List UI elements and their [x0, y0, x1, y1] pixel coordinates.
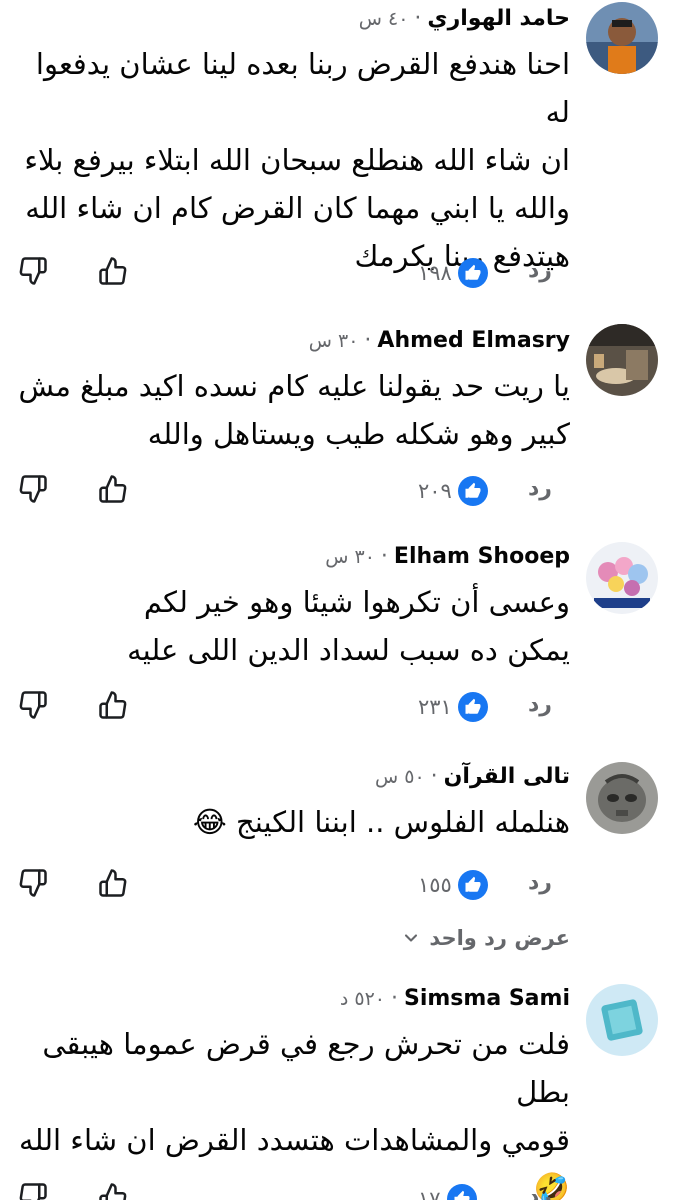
- view-replies-label: عرض رد واحد: [429, 926, 570, 950]
- comment-time[interactable]: ٣٠ س: [325, 546, 375, 568]
- comment-actions: ١٥٥ رد: [0, 866, 680, 906]
- comment-line: فلت من تحرش رجع في قرض عموما هيبقى بطل: [42, 1027, 570, 1109]
- separator-dot: ·: [391, 986, 398, 1011]
- comment-line: كبير وهو شكله طيب ويستاهل والله: [147, 417, 570, 451]
- separator-dot: ·: [414, 6, 422, 31]
- comment-line: احنا هندفع القرض ربنا بعده لينا عشان يدف…: [35, 47, 570, 129]
- comment-time[interactable]: ٣٠ س: [309, 330, 359, 352]
- thumbs-up-icon[interactable]: [96, 866, 130, 900]
- reaction-summary[interactable]: ٢٠٩: [418, 474, 488, 508]
- thumbs-up-icon[interactable]: [96, 688, 130, 722]
- thumbs-up-icon[interactable]: [96, 254, 130, 288]
- reaction-count: ٢٠٩: [418, 479, 452, 503]
- reaction-count: ٢٣١: [418, 695, 452, 719]
- avatar[interactable]: [586, 2, 658, 74]
- like-reaction-icon: [457, 870, 488, 900]
- reply-button[interactable]: رد: [528, 476, 552, 501]
- thumbs-down-icon[interactable]: [16, 254, 50, 288]
- comment-line: وعسى أن تكرهوا شيئا وهو خير لكم: [143, 585, 570, 619]
- comment-actions: ١٧ رد: [0, 1180, 680, 1200]
- like-reaction-icon: [446, 1184, 477, 1200]
- comment-author[interactable]: Elham Shooep: [394, 544, 570, 569]
- comment-text: هنلمله الفلوس .. ابننا الكينج 😂: [18, 798, 570, 846]
- thumbs-down-icon[interactable]: [16, 472, 50, 506]
- avatar[interactable]: [586, 984, 658, 1056]
- comment-time[interactable]: ٥٢٠ د: [340, 988, 385, 1010]
- reaction-summary[interactable]: ١٥٥: [418, 868, 488, 902]
- comment-header: تالى القرآن·٥٠ س: [18, 762, 570, 792]
- like-reaction-icon: [457, 692, 488, 722]
- comment-line: هنلمله الفلوس .. ابننا الكينج 😂: [192, 805, 570, 839]
- comment-text: احنا هندفع القرض ربنا بعده لينا عشان يدف…: [18, 40, 570, 280]
- thumbs-up-icon[interactable]: [96, 472, 130, 506]
- reaction-summary[interactable]: ١٧: [418, 1182, 477, 1200]
- like-reaction-icon: [457, 476, 488, 506]
- reply-button[interactable]: رد: [528, 1184, 552, 1200]
- comment-author[interactable]: تالى القرآن: [444, 764, 570, 789]
- comment-line: يا ريت حد يقولنا عليه كام نسده اكيد مبلغ…: [18, 369, 570, 403]
- comment-header: Ahmed Elmasry·٣٠ س: [18, 326, 570, 356]
- comment-line: يمكن ده سبب لسداد الدين اللى عليه: [127, 633, 570, 667]
- comment-header: حامد الهواري·٤٠ س: [18, 4, 570, 34]
- avatar[interactable]: [586, 762, 658, 834]
- thumbs-down-icon[interactable]: [16, 1180, 50, 1200]
- comment-time[interactable]: ٥٠ س: [375, 766, 425, 788]
- comment-line: ان شاء الله هنطلع سبحان الله ابتلاء بيرف…: [24, 143, 570, 177]
- comment-author[interactable]: حامد الهواري: [427, 6, 570, 31]
- reply-button[interactable]: رد: [528, 870, 552, 895]
- like-reaction-icon: [457, 258, 488, 288]
- comment-header: Elham Shooep·٣٠ س: [18, 542, 570, 572]
- avatar[interactable]: [586, 542, 658, 614]
- separator-dot: ·: [364, 328, 372, 353]
- avatar[interactable]: [586, 324, 658, 396]
- reaction-count: ١٥٥: [418, 873, 452, 897]
- comment-author[interactable]: Simsma Sami: [404, 986, 570, 1011]
- comment-actions: ٢٠٩ رد: [0, 472, 680, 512]
- reaction-summary[interactable]: ٢٣١: [418, 690, 488, 724]
- thumbs-up-icon[interactable]: [96, 1180, 130, 1200]
- separator-dot: ·: [380, 544, 388, 569]
- comment-text: يا ريت حد يقولنا عليه كام نسده اكيد مبلغ…: [18, 362, 570, 458]
- reply-button[interactable]: رد: [528, 692, 552, 717]
- comment-text: فلت من تحرش رجع في قرض عموما هيبقى بطل ق…: [18, 1020, 570, 1200]
- comment-header: Simsma Sami· ٥٢٠ د: [18, 984, 570, 1014]
- separator-dot: ·: [430, 764, 438, 789]
- view-replies-button[interactable]: عرض رد واحد: [401, 926, 570, 950]
- reaction-count: ١٩٨: [418, 261, 452, 285]
- reply-button[interactable]: رد: [528, 258, 552, 283]
- chevron-down-icon: [405, 934, 418, 942]
- comment-author[interactable]: Ahmed Elmasry: [377, 328, 570, 353]
- comment-time[interactable]: ٤٠ س: [359, 8, 409, 30]
- comment-text: وعسى أن تكرهوا شيئا وهو خير لكم يمكن ده …: [18, 578, 570, 674]
- reaction-count: ١٧: [418, 1187, 441, 1200]
- reaction-summary[interactable]: ١٩٨: [418, 256, 488, 290]
- comment-actions: ١٩٨ رد: [0, 254, 680, 294]
- comment-line: والله يا ابني مهما كان القرض كام ان شاء …: [25, 191, 570, 225]
- thumbs-down-icon[interactable]: [16, 866, 50, 900]
- comment-actions: ٢٣١ رد: [0, 688, 680, 728]
- comments-feed: حامد الهواري·٤٠ س احنا هندفع القرض ربنا …: [0, 0, 680, 1200]
- thumbs-down-icon[interactable]: [16, 688, 50, 722]
